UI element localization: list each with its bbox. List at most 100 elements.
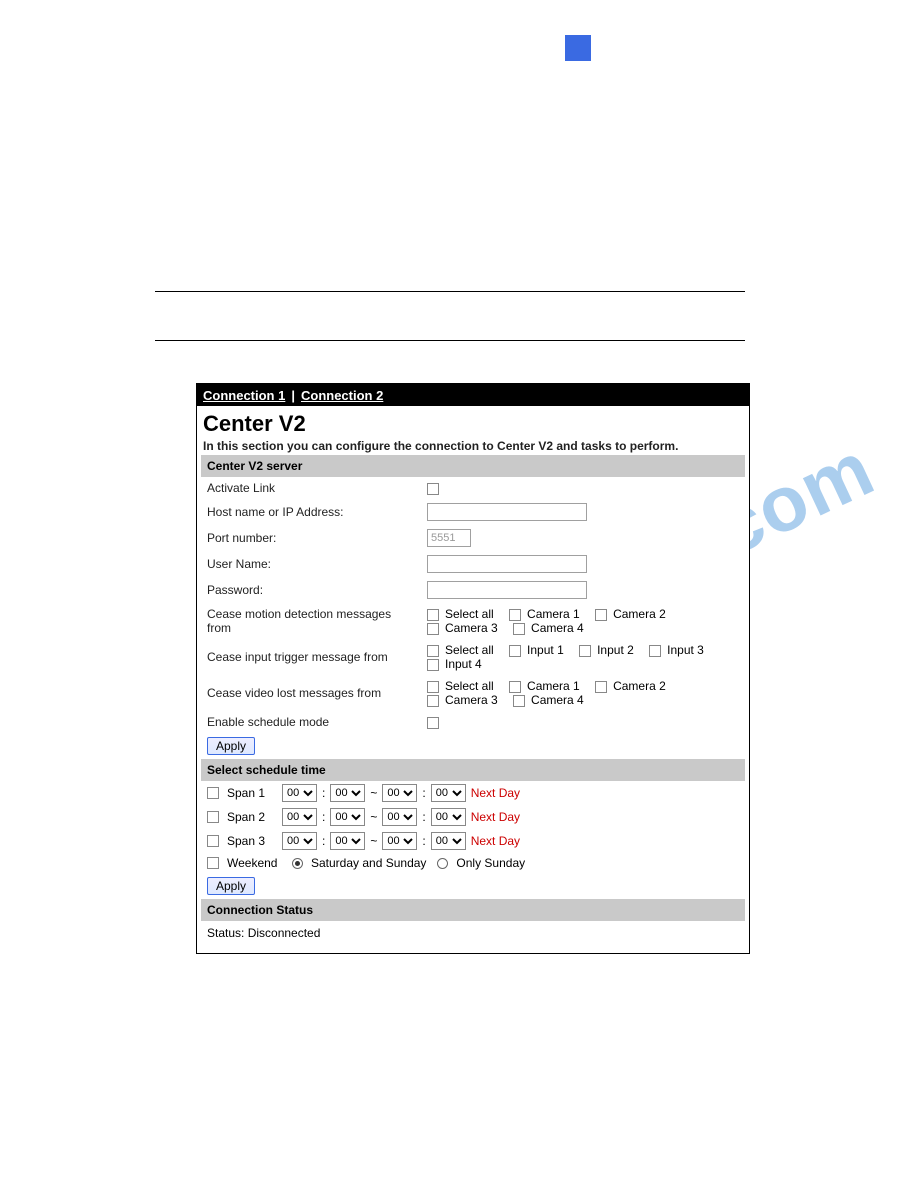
span3-start-min[interactable]: 00	[330, 832, 365, 850]
span1-start-hour[interactable]: 00	[282, 784, 317, 802]
cb-lost-cam1[interactable]	[509, 681, 521, 693]
accent-square	[565, 35, 591, 61]
cb-label: Input 1	[527, 643, 564, 657]
span2-end-min[interactable]: 00	[431, 808, 466, 826]
label-port: Port number:	[201, 525, 421, 551]
cb-motion-cam3[interactable]	[427, 623, 439, 635]
cb-motion-selectall[interactable]	[427, 609, 439, 621]
cb-span1[interactable]	[207, 787, 219, 799]
label-sat-sun: Saturday and Sunday	[311, 856, 426, 870]
cb-weekend[interactable]	[207, 857, 219, 869]
tilde: ~	[370, 834, 377, 848]
colon: :	[322, 786, 325, 800]
divider-top	[155, 291, 745, 292]
span1-end-min[interactable]: 00	[431, 784, 466, 802]
label-host: Host name or IP Address:	[201, 499, 421, 525]
colon: :	[422, 810, 425, 824]
cb-input-1[interactable]	[509, 645, 521, 657]
checkbox-activate-link[interactable]	[427, 483, 439, 495]
status-text: Status: Disconnected	[201, 921, 745, 945]
input-port[interactable]	[427, 529, 471, 547]
span3-end-hour[interactable]: 00	[382, 832, 417, 850]
label-cease-input: Cease input trigger message from	[201, 639, 421, 675]
cb-label: Select all	[445, 679, 494, 693]
span1-start-min[interactable]: 00	[330, 784, 365, 802]
span1-end-hour[interactable]: 00	[382, 784, 417, 802]
colon: :	[322, 834, 325, 848]
cb-motion-cam4[interactable]	[513, 623, 525, 635]
page-description: In this section you can configure the co…	[203, 439, 745, 453]
schedule-row-2: Span 2 00 : 00 ~ 00 : 00 Next Day	[201, 805, 745, 829]
config-panel: Connection 1 | Connection 2 Center V2 In…	[196, 383, 750, 954]
tilde: ~	[370, 810, 377, 824]
cb-input-selectall[interactable]	[427, 645, 439, 657]
cb-span2[interactable]	[207, 811, 219, 823]
input-username[interactable]	[427, 555, 587, 573]
cb-label: Input 4	[445, 657, 482, 671]
label-only-sun: Only Sunday	[456, 856, 525, 870]
label-weekend: Weekend	[227, 856, 287, 870]
span3-start-hour[interactable]: 00	[282, 832, 317, 850]
tab-bar: Connection 1 | Connection 2	[197, 384, 749, 406]
divider-bottom	[155, 340, 745, 341]
section-schedule-head: Select schedule time	[201, 759, 745, 781]
cb-motion-cam1[interactable]	[509, 609, 521, 621]
schedule-row-weekend: Weekend Saturday and Sunday Only Sunday	[201, 853, 745, 873]
cease-input-options: Select all Input 1 Input 2 Input 3 Input…	[421, 639, 745, 675]
cease-lost-options: Select all Camera 1 Camera 2 Camera 3 Ca…	[421, 675, 745, 711]
tab-connection-1[interactable]: Connection 1	[203, 388, 285, 403]
nextday-3: Next Day	[471, 834, 520, 848]
input-password[interactable]	[427, 581, 587, 599]
label-user: User Name:	[201, 551, 421, 577]
cb-lost-cam3[interactable]	[427, 695, 439, 707]
input-host[interactable]	[427, 503, 587, 521]
cb-input-3[interactable]	[649, 645, 661, 657]
nextday-1: Next Day	[471, 786, 520, 800]
cb-label: Select all	[445, 643, 494, 657]
page-title: Center V2	[203, 411, 745, 437]
cb-lost-cam4[interactable]	[513, 695, 525, 707]
cb-label: Camera 2	[613, 607, 666, 621]
schedule-row-3: Span 3 00 : 00 ~ 00 : 00 Next Day	[201, 829, 745, 853]
cb-label: Camera 2	[613, 679, 666, 693]
nextday-2: Next Day	[471, 810, 520, 824]
cb-span3[interactable]	[207, 835, 219, 847]
cb-label: Select all	[445, 607, 494, 621]
schedule-row-1: Span 1 00 : 00 ~ 00 : 00 Next Day	[201, 781, 745, 805]
apply-button-server[interactable]: Apply	[207, 737, 255, 755]
cb-label: Camera 3	[445, 693, 498, 707]
label-activate: Activate Link	[201, 477, 421, 499]
cease-motion-options: Select all Camera 1 Camera 2 Camera 3 Ca…	[421, 603, 745, 639]
cb-label: Camera 1	[527, 607, 580, 621]
colon: :	[322, 810, 325, 824]
tilde: ~	[370, 786, 377, 800]
tab-connection-2[interactable]: Connection 2	[301, 388, 383, 403]
radio-sat-sun[interactable]	[292, 858, 303, 869]
cb-label: Camera 4	[531, 693, 584, 707]
cb-label: Camera 3	[445, 621, 498, 635]
colon: :	[422, 834, 425, 848]
span3-end-min[interactable]: 00	[431, 832, 466, 850]
label-enable-schedule: Enable schedule mode	[201, 711, 421, 733]
radio-only-sun[interactable]	[437, 858, 448, 869]
span2-start-min[interactable]: 00	[330, 808, 365, 826]
section-server-head: Center V2 server	[201, 455, 745, 477]
cb-label: Input 2	[597, 643, 634, 657]
span2-end-hour[interactable]: 00	[382, 808, 417, 826]
section-status-head: Connection Status	[201, 899, 745, 921]
label-cease-motion: Cease motion detection messages from	[201, 603, 421, 639]
checkbox-enable-schedule[interactable]	[427, 717, 439, 729]
span2-start-hour[interactable]: 00	[282, 808, 317, 826]
cb-motion-cam2[interactable]	[595, 609, 607, 621]
cb-lost-selectall[interactable]	[427, 681, 439, 693]
label-span3: Span 3	[227, 834, 277, 848]
server-form: Activate Link Host name or IP Address: P…	[201, 477, 745, 733]
tab-separator: |	[291, 388, 295, 403]
label-pass: Password:	[201, 577, 421, 603]
apply-button-schedule[interactable]: Apply	[207, 877, 255, 895]
label-span1: Span 1	[227, 786, 277, 800]
cb-lost-cam2[interactable]	[595, 681, 607, 693]
colon: :	[422, 786, 425, 800]
cb-input-4[interactable]	[427, 659, 439, 671]
cb-input-2[interactable]	[579, 645, 591, 657]
